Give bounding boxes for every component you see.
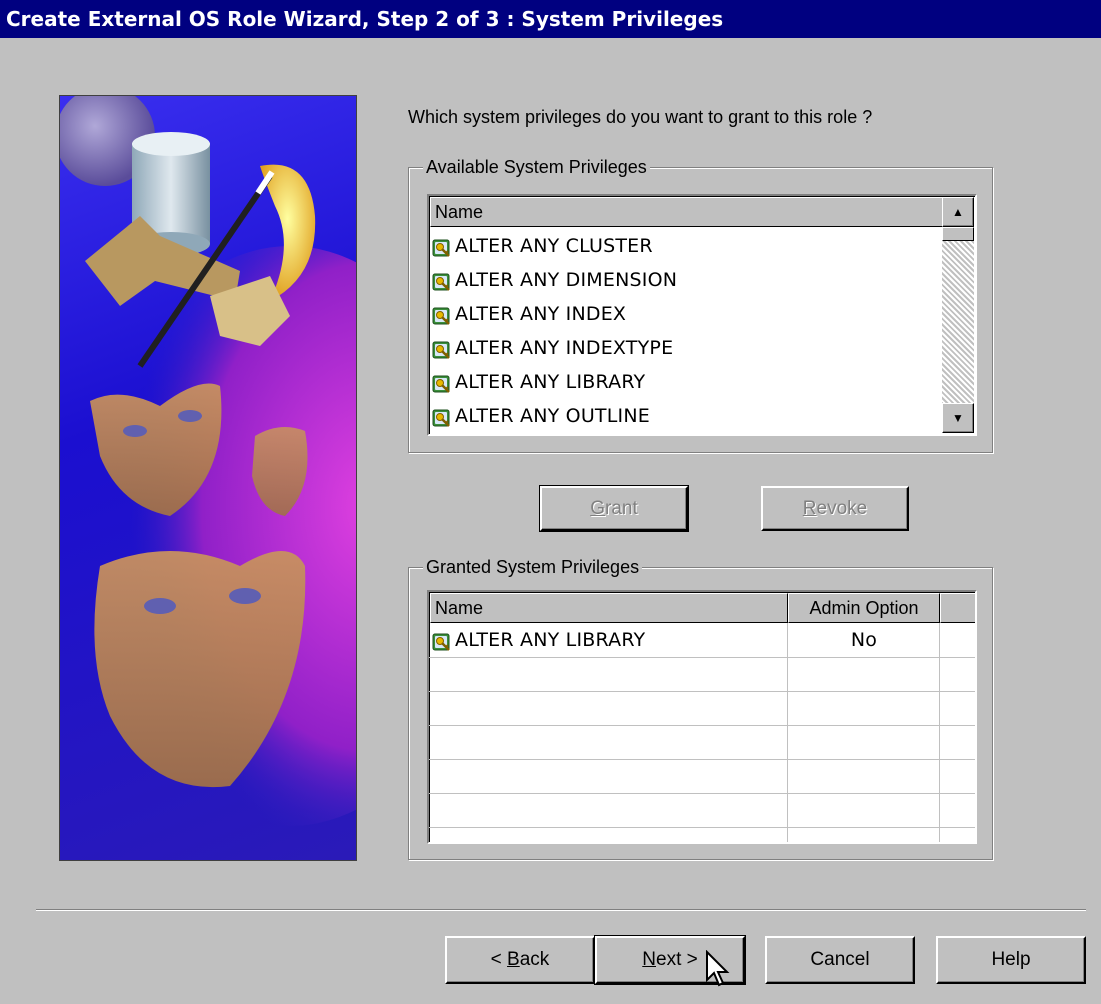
privilege-key-icon xyxy=(432,337,452,359)
window-title: Create External OS Role Wizard, Step 2 o… xyxy=(0,0,1101,38)
empty-column-header xyxy=(940,593,975,623)
available-privilege-name: ALTER ANY CLUSTER xyxy=(455,235,653,257)
admin-option-column-header[interactable]: Admin Option xyxy=(788,593,940,623)
privilege-key-icon xyxy=(432,269,452,291)
cancel-button[interactable]: Cancel xyxy=(765,936,915,984)
available-privilege-item[interactable]: ALTER ANY INDEX xyxy=(432,297,626,331)
available-privilege-name: ALTER ANY LIBRARY xyxy=(455,371,646,393)
footer-separator xyxy=(36,909,1086,911)
available-privileges-list[interactable]: Name ALTER ANY CLUSTER ALTER ANY DIMENSIO… xyxy=(427,194,977,436)
table-gridline xyxy=(429,657,975,658)
available-privilege-item[interactable]: ALTER ANY DIMENSION xyxy=(432,263,677,297)
available-list-scrollbar[interactable]: ▲ ▼ xyxy=(942,197,974,433)
privilege-key-icon xyxy=(432,303,452,325)
available-privilege-name: ALTER ANY OUTLINE xyxy=(455,405,650,427)
granted-privilege-row[interactable]: ALTER ANY LIBRARY No xyxy=(432,623,972,657)
revoke-button[interactable]: Revoke xyxy=(761,486,909,531)
granted-privileges-table[interactable]: Name Admin Option ALTER ANY LIBRARY No xyxy=(427,590,977,844)
available-name-column-header[interactable]: Name xyxy=(430,197,944,227)
available-privileges-group: Available System Privileges Name ALTER A… xyxy=(408,156,993,453)
table-gridline xyxy=(429,793,975,794)
granted-privileges-group: Granted System Privileges Name Admin Opt… xyxy=(408,556,993,860)
available-privilege-item[interactable]: ALTER ANY OUTLINE xyxy=(432,399,650,433)
mouse-pointer-icon xyxy=(706,950,730,987)
wizard-illustration xyxy=(59,95,357,861)
available-privileges-label: Available System Privileges xyxy=(423,156,650,178)
privilege-key-icon xyxy=(432,405,452,427)
available-privilege-name: ALTER ANY DIMENSION xyxy=(455,269,678,291)
available-privilege-name: ALTER ANY INDEX xyxy=(455,303,627,325)
table-gridline xyxy=(429,827,975,828)
scroll-up-arrow-icon[interactable]: ▲ xyxy=(942,197,974,227)
grant-button[interactable]: Grant xyxy=(539,485,689,532)
help-button[interactable]: Help xyxy=(936,936,1086,984)
available-privilege-name: ALTER ANY INDEXTYPE xyxy=(455,337,674,359)
privilege-key-icon xyxy=(432,235,452,257)
table-gridline xyxy=(429,691,975,692)
available-privilege-item[interactable]: ALTER ANY CLUSTER xyxy=(432,229,653,263)
granted-privilege-name: ALTER ANY LIBRARY xyxy=(455,629,646,651)
available-privilege-item[interactable]: ALTER ANY LIBRARY xyxy=(432,365,645,399)
table-gridline xyxy=(429,725,975,726)
admin-option-value[interactable]: No xyxy=(788,623,940,657)
privilege-key-icon xyxy=(432,629,452,651)
scrollbar-thumb[interactable] xyxy=(942,227,974,241)
granted-privileges-label: Granted System Privileges xyxy=(423,556,643,578)
privilege-key-icon xyxy=(432,371,452,393)
wizard-prompt: Which system privileges do you want to g… xyxy=(408,107,873,127)
table-gridline xyxy=(429,759,975,760)
available-privilege-item[interactable]: ALTER ANY INDEXTYPE xyxy=(432,331,673,365)
back-button[interactable]: < Back xyxy=(445,936,595,984)
scroll-down-arrow-icon[interactable]: ▼ xyxy=(942,403,974,433)
granted-name-column-header[interactable]: Name xyxy=(430,593,788,623)
